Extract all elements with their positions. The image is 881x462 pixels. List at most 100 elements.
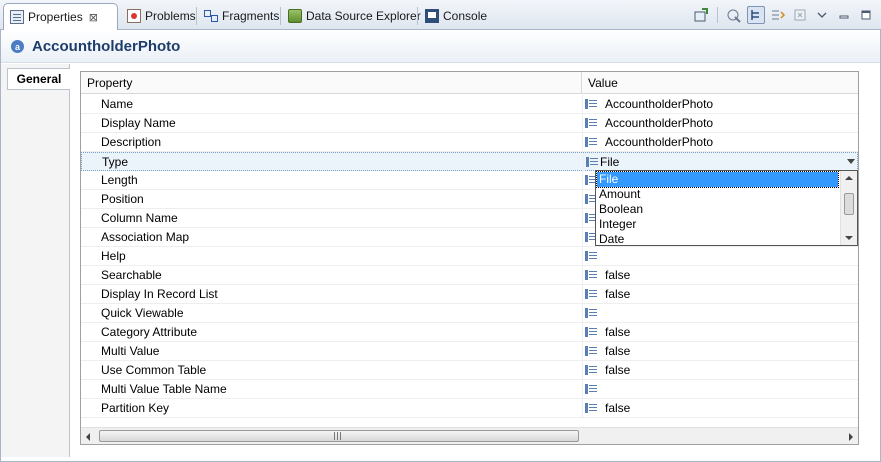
- show-advanced-icon[interactable]: [769, 6, 787, 24]
- property-value-icon: [585, 308, 597, 318]
- scroll-down-icon[interactable]: [845, 236, 853, 240]
- property-name: Quick Viewable: [101, 306, 184, 320]
- scrollbar-thumb[interactable]: [844, 193, 854, 215]
- table-row[interactable]: Quick Viewable: [81, 304, 858, 323]
- property-value-icon: [586, 157, 598, 167]
- table-header: Property Value: [81, 72, 858, 94]
- scroll-up-icon[interactable]: [845, 176, 853, 180]
- property-value: AccountholderPhoto: [605, 116, 714, 130]
- tab-console[interactable]: Console: [419, 3, 487, 29]
- property-value-cell[interactable]: false: [582, 323, 858, 342]
- property-value-cell[interactable]: false: [582, 285, 858, 304]
- minimize-icon[interactable]: [835, 6, 853, 24]
- table-row[interactable]: Help: [81, 247, 858, 266]
- tab-separator: [417, 7, 418, 25]
- type-dropdown-list[interactable]: File Amount Boolean Integer Date: [595, 170, 858, 246]
- property-value-icon: [585, 327, 597, 337]
- dropdown-option[interactable]: File: [596, 171, 839, 188]
- property-name: Position: [101, 192, 144, 206]
- property-name: Column Name: [101, 211, 178, 225]
- view-tab-bar: Properties ⊠ Problems Fragments Data Sou…: [0, 0, 881, 30]
- property-value-cell[interactable]: AccountholderPhoto: [582, 114, 858, 133]
- property-value-icon: [585, 384, 597, 394]
- table-row[interactable]: Multi Value false: [81, 342, 858, 361]
- property-name: Association Map: [101, 230, 190, 244]
- property-value-cell[interactable]: false: [582, 399, 858, 418]
- property-value-cell[interactable]: false: [582, 361, 858, 380]
- table-row[interactable]: Multi Value Table Name: [81, 380, 858, 399]
- column-header-value[interactable]: Value: [582, 72, 858, 94]
- property-name: Length: [101, 173, 138, 187]
- property-value-icon: [585, 365, 597, 375]
- property-value-cell[interactable]: [582, 247, 858, 266]
- property-name: Description: [101, 135, 162, 149]
- property-value-icon: [585, 289, 597, 299]
- fragments-icon: [204, 9, 218, 23]
- property-value-icon: [585, 137, 597, 147]
- property-value-icon: [585, 346, 597, 356]
- tree-view-icon[interactable]: [747, 6, 765, 24]
- table-row[interactable]: Type File: [81, 152, 858, 172]
- chevron-down-icon[interactable]: [847, 159, 855, 164]
- property-name: Searchable: [101, 268, 162, 282]
- dropdown-option[interactable]: Date: [597, 232, 838, 247]
- page-title: AccountholderPhoto: [32, 38, 181, 55]
- tab-console-label: Console: [443, 9, 488, 23]
- scrollbar-thumb[interactable]: [99, 430, 579, 442]
- table-row[interactable]: Category Attribute false: [81, 323, 858, 342]
- pin-view-icon[interactable]: [692, 6, 710, 24]
- property-value-cell[interactable]: AccountholderPhoto: [582, 133, 858, 152]
- table-row[interactable]: Name AccountholderPhoto: [81, 95, 858, 114]
- table-row[interactable]: Use Common Table false: [81, 361, 858, 380]
- view-menu-icon[interactable]: [813, 6, 831, 24]
- maximize-icon[interactable]: [857, 6, 875, 24]
- properties-icon: [10, 10, 24, 24]
- scroll-right-icon[interactable]: [849, 433, 853, 441]
- table-row[interactable]: Partition Key false: [81, 399, 858, 418]
- tab-fragments[interactable]: Fragments: [198, 3, 279, 29]
- property-value: false: [605, 287, 631, 301]
- close-icon[interactable]: ⊠: [89, 11, 98, 24]
- property-value-cell[interactable]: false: [582, 342, 858, 361]
- table-row[interactable]: Searchable false: [81, 266, 858, 285]
- scroll-left-icon[interactable]: [86, 433, 90, 441]
- property-value-icon: [585, 118, 597, 128]
- dropdown-option[interactable]: Amount: [597, 187, 838, 202]
- property-value-icon: [585, 403, 597, 413]
- property-value: AccountholderPhoto: [605, 135, 714, 149]
- tab-data-source-explorer-label: Data Source Explorer: [306, 9, 421, 23]
- tab-separator: [280, 7, 281, 25]
- property-name: Help: [101, 249, 126, 263]
- tab-properties[interactable]: Properties ⊠: [3, 3, 118, 30]
- property-value-cell[interactable]: AccountholderPhoto: [582, 95, 858, 114]
- property-value: false: [605, 325, 631, 339]
- property-name: Category Attribute: [101, 325, 198, 339]
- horizontal-scrollbar[interactable]: [81, 427, 858, 444]
- property-value-icon: [585, 99, 597, 109]
- property-value-cell[interactable]: [582, 380, 858, 399]
- property-value: false: [605, 401, 631, 415]
- tab-data-source-explorer[interactable]: Data Source Explorer: [282, 3, 421, 29]
- property-value: false: [605, 344, 631, 358]
- view-toolbar: [692, 6, 875, 24]
- table-row[interactable]: Description AccountholderPhoto: [81, 133, 858, 152]
- property-name: Display Name: [101, 116, 176, 130]
- data-source-explorer-icon: [288, 9, 302, 23]
- section-tab-general[interactable]: General: [7, 68, 70, 90]
- table-row[interactable]: Display In Record List false: [81, 285, 858, 304]
- dropdown-scrollbar[interactable]: [840, 171, 857, 245]
- property-name: Name: [101, 97, 134, 111]
- column-header-property[interactable]: Property: [81, 72, 582, 94]
- dropdown-option[interactable]: Integer: [597, 217, 838, 232]
- property-value-cell[interactable]: [582, 304, 858, 323]
- property-value-cell[interactable]: false: [582, 266, 858, 285]
- restore-default-icon[interactable]: [791, 6, 809, 24]
- property-value-icon: [585, 251, 597, 261]
- table-row[interactable]: Display Name AccountholderPhoto: [81, 114, 858, 133]
- tab-separator: [196, 7, 197, 25]
- dropdown-option[interactable]: Boolean: [597, 202, 838, 217]
- console-icon: [425, 9, 439, 23]
- tab-problems[interactable]: Problems: [121, 3, 196, 29]
- filter-icon[interactable]: [725, 6, 743, 24]
- property-name: Type: [102, 155, 129, 169]
